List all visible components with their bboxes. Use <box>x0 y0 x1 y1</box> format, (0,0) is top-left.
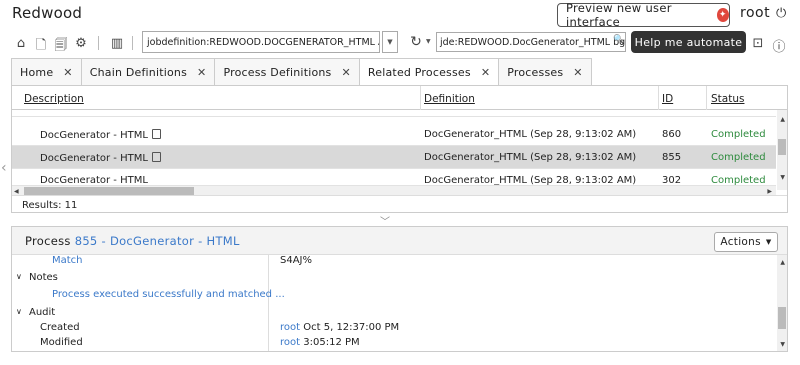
row-definition: DocGenerator_HTML (Sep 28, 9:13:02 AM) <box>424 129 637 140</box>
audit-section[interactable]: Audit <box>29 307 55 318</box>
search-window-icon[interactable]: ⊡ <box>750 36 766 51</box>
modified-by-link[interactable]: root <box>280 337 300 348</box>
tab-label: Chain Definitions <box>89 65 188 79</box>
refresh-icon[interactable]: ↻ <box>408 34 424 50</box>
close-icon[interactable]: ✕ <box>573 66 582 79</box>
close-icon[interactable]: ✕ <box>342 66 351 79</box>
power-icon[interactable]: ⏻ <box>776 6 786 21</box>
modified-value: root 3:05:12 PM <box>280 337 360 348</box>
new-document-icon[interactable]: 🗋 <box>33 36 49 58</box>
created-value: root Oct 5, 12:37:00 PM <box>280 322 400 333</box>
detail-title: Process 855 - DocGenerator - HTML <box>25 234 240 248</box>
table-row[interactable]: DocGenerator - HTML DocGenerator_HTML (S… <box>12 123 776 146</box>
row-status: Completed <box>711 175 766 186</box>
chevron-left-icon[interactable]: ‹ <box>1 160 7 176</box>
created-by-link[interactable]: root <box>280 322 300 333</box>
match-value: S4AJ% <box>280 255 313 266</box>
chevron-down-icon[interactable]: ∨ <box>16 307 22 316</box>
search-icon[interactable]: 🔍 <box>613 35 624 45</box>
scroll-down-icon[interactable]: ▼ <box>780 341 785 348</box>
process-detail-panel: Process 855 - DocGenerator - HTML Action… <box>11 226 788 352</box>
tab-process-definitions[interactable]: Process Definitions ✕ <box>215 59 360 86</box>
results-count: Results: 11 <box>12 195 787 212</box>
note-link[interactable]: Process executed successfully and matche… <box>52 289 285 300</box>
close-icon[interactable]: ✕ <box>197 66 206 79</box>
panel-icon[interactable]: ▥ <box>109 36 125 51</box>
scroll-right-icon[interactable]: ▶ <box>767 188 772 195</box>
close-icon[interactable]: ✕ <box>481 66 490 79</box>
process-grid: Description Definition ID Status DocGene… <box>11 85 788 213</box>
home-icon[interactable]: ⌂ <box>13 36 29 51</box>
app-title: Redwood <box>12 4 83 22</box>
scroll-down-icon[interactable]: ▼ <box>780 174 785 181</box>
column-divider <box>268 255 269 351</box>
close-icon[interactable]: ✕ <box>63 66 72 79</box>
tab-home[interactable]: Home ✕ <box>12 59 82 86</box>
table-row-selected[interactable]: DocGenerator - HTML DocGenerator_HTML (S… <box>12 146 776 169</box>
tab-chain-definitions[interactable]: Chain Definitions ✕ <box>81 59 216 86</box>
detail-vertical-scrollbar[interactable] <box>777 255 787 351</box>
table-row-partial[interactable] <box>12 102 776 117</box>
refresh-dropdown-icon[interactable]: ▼ <box>426 38 431 45</box>
note-icon <box>151 152 161 162</box>
toolbar-divider <box>98 36 99 50</box>
grid-scroll-thumb[interactable] <box>778 139 786 155</box>
user-name[interactable]: root <box>740 5 770 21</box>
table-row[interactable]: DocGenerator - HTML DocGenerator_HTML (S… <box>12 169 776 186</box>
tab-processes[interactable]: Processes ✕ <box>499 59 592 86</box>
preview-label: Preview new user interface <box>566 1 672 29</box>
toolbar-divider <box>132 36 133 50</box>
tab-related-processes[interactable]: Related Processes ✕ <box>359 59 500 86</box>
modified-label: Modified <box>40 337 83 348</box>
chevron-down-icon: ▼ <box>765 238 772 246</box>
row-definition: DocGenerator_HTML (Sep 28, 9:13:02 AM) <box>424 152 637 163</box>
process-id-link[interactable]: 855 <box>75 234 98 248</box>
note-icon <box>151 129 161 139</box>
detail-scroll-thumb[interactable] <box>778 307 786 329</box>
help-me-automate-button[interactable]: Help me automate <box>631 31 746 53</box>
row-id: 860 <box>662 129 682 140</box>
preview-new-ui-button[interactable]: Preview new user interface ✦ <box>557 1 730 29</box>
match-label[interactable]: Match <box>52 255 83 266</box>
tab-bar: Home ✕ Chain Definitions ✕ Process Defin… <box>11 58 592 86</box>
detail-header: Process 855 - DocGenerator - HTML Action… <box>12 227 787 255</box>
search-document-icon[interactable]: 🗐 <box>53 36 69 58</box>
compass-icon: ✦ <box>716 8 729 22</box>
search-input[interactable]: jde:REDWOOD.DocGenerator_HTML bg: <box>436 32 626 52</box>
chevron-down-icon[interactable]: ∨ <box>16 272 22 281</box>
row-description: DocGenerator - HTML <box>40 175 148 186</box>
info-icon[interactable]: ⓘ <box>771 36 787 55</box>
scroll-up-icon[interactable]: ▲ <box>780 116 785 123</box>
actions-button[interactable]: Actions ▼ <box>714 232 778 252</box>
created-label: Created <box>40 322 80 333</box>
row-id: 855 <box>662 152 682 163</box>
row-definition: DocGenerator_HTML (Sep 28, 9:13:02 AM) <box>424 175 637 186</box>
row-description: DocGenerator - HTML <box>40 129 161 141</box>
filter-combo[interactable]: jobdefinition:REDWOOD.DOCGENERATOR_HTML … <box>142 31 380 53</box>
chevron-down-icon[interactable]: ▼ <box>382 31 398 53</box>
notes-section[interactable]: Notes <box>29 272 58 283</box>
row-status: Completed <box>711 129 766 140</box>
row-description: DocGenerator - HTML <box>40 152 161 164</box>
tab-label: Home <box>20 65 54 79</box>
process-name-link[interactable]: DocGenerator - HTML <box>110 234 240 248</box>
scroll-left-icon[interactable]: ◀ <box>14 188 19 195</box>
tab-label: Related Processes <box>367 65 471 79</box>
row-status: Completed <box>711 152 766 163</box>
scroll-up-icon[interactable]: ▲ <box>780 259 785 266</box>
settings-icon[interactable]: ⚙ <box>73 36 89 51</box>
grid-hscroll-thumb[interactable] <box>24 187 194 195</box>
tab-label: Process Definitions <box>223 65 332 79</box>
row-id: 302 <box>662 175 682 186</box>
tab-label: Processes <box>507 65 564 79</box>
